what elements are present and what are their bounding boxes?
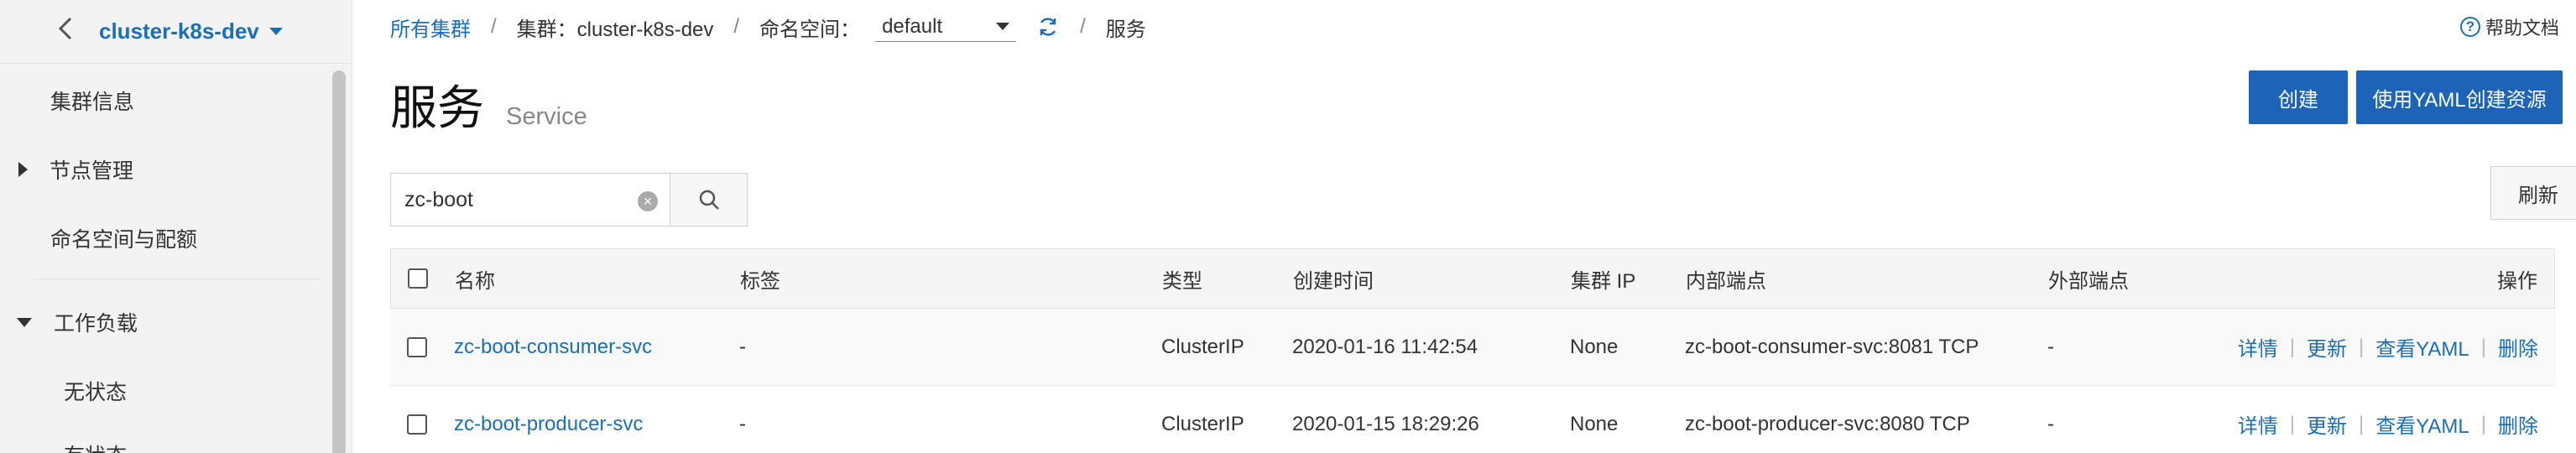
update-link[interactable]: 更新 [2307,332,2347,362]
details-link[interactable]: 详情 [2238,332,2278,362]
cluster-selector-label: cluster-k8s-dev [99,18,259,44]
breadcrumb-separator: / [733,15,740,38]
sidebar-item-workloads[interactable]: 工作负载 [0,305,319,339]
service-name-link[interactable]: zc-boot-producer-svc [454,386,643,453]
table-row: zc-boot-consumer-svc - ClusterIP 2020-01… [390,309,2555,386]
created-cell: 2020-01-16 11:42:54 [1292,335,1478,358]
create-button[interactable]: 创建 [2249,70,2348,124]
row-checkbox-cell [407,386,427,453]
search-input-value: zc-boot [404,187,473,211]
row-checkbox[interactable] [407,336,427,357]
help-link[interactable]: ? 帮助文档 [2459,13,2559,40]
column-header-name: 名称 [455,269,495,293]
created-cell: 2020-01-15 18:29:26 [1292,412,1479,435]
view-yaml-link[interactable]: 查看YAML [2375,332,2469,362]
column-header-cluster-ip: 集群 IP [1571,269,1636,293]
type-cell: ClusterIP [1161,335,1244,358]
clear-icon[interactable]: × [638,191,658,211]
help-icon: ? [2459,17,2480,37]
collapse-triangle-icon [17,317,32,327]
row-checkbox-cell [407,309,427,385]
breadcrumb-current: 服务 [1105,18,1146,41]
select-all-checkbox-cell [408,249,428,308]
column-header-internal-endpoint: 内部端点 [1686,269,1766,293]
column-header-labels: 标签 [740,269,780,293]
page-title-text: 服务 [390,81,484,134]
sidebar-item-namespaces[interactable]: 命名空间与配额 [0,221,319,255]
page-title: 服务 Service [390,70,587,138]
sidebar-item-label: 无状态 [64,381,128,404]
delete-link[interactable]: 删除 [2498,332,2538,362]
sidebar-item-stateful[interactable]: 有状态 [0,438,319,453]
page-subtitle: Service [506,103,587,130]
action-separator: | [2289,335,2295,358]
details-link[interactable]: 详情 [2238,409,2278,439]
sidebar-item-cluster-info[interactable]: 集群信息 [0,84,319,117]
sidebar: cluster-k8s-dev 集群信息 节点管理 命名空间与配额 工作负载 无… [0,0,352,453]
type-cell: ClusterIP [1161,412,1244,435]
row-checkbox[interactable] [407,414,427,435]
column-header-external-endpoint: 外部端点 [2048,269,2129,293]
caret-down-icon [996,23,1010,30]
cluster-selector[interactable]: cluster-k8s-dev [99,18,283,44]
external-endpoint-cell: - [2047,412,2054,435]
search-button[interactable] [670,173,748,226]
internal-endpoint-cell: zc-boot-consumer-svc:8081 TCP [1685,335,1979,358]
sidebar-item-label: 节点管理 [50,159,134,183]
search-input[interactable]: zc-boot × [390,173,670,226]
select-all-checkbox[interactable] [408,268,428,289]
update-link[interactable]: 更新 [2307,409,2347,439]
column-header-actions: 操作 [2497,269,2537,293]
view-yaml-link[interactable]: 查看YAML [2375,409,2469,439]
help-label: 帮助文档 [2485,18,2559,39]
sidebar-item-label: 集群信息 [50,91,135,114]
namespace-select-value: default [882,14,943,38]
labels-cell: - [739,412,746,435]
breadcrumb-all-clusters[interactable]: 所有集群 [390,13,471,42]
namespace-label: 命名空间： [759,18,861,41]
breadcrumb: 所有集群 / 集群：cluster-k8s-dev / 命名空间： defaul… [390,12,1146,42]
external-endpoint-cell: - [2047,335,2054,358]
action-separator: | [2358,335,2365,358]
caret-down-icon [269,28,283,35]
labels-cell: - [739,335,746,358]
back-chevron-icon[interactable] [50,13,81,44]
action-separator: | [2480,412,2486,435]
sidebar-item-label: 命名空间与配额 [50,228,198,252]
row-actions: 详情 | 更新 | 查看YAML | 删除 [2238,386,2538,453]
breadcrumb-separator: / [491,15,497,38]
refresh-icon[interactable] [1036,15,1060,39]
service-name-link[interactable]: zc-boot-consumer-svc [454,309,652,385]
search-icon [699,190,719,210]
sidebar-item-stateless[interactable]: 无状态 [0,374,319,408]
expand-triangle-icon [18,162,28,177]
cluster-ip-cell: None [1570,412,1619,435]
create-yaml-button[interactable]: 使用YAML创建资源 [2356,70,2563,124]
sidebar-item-nodes[interactable]: 节点管理 [0,153,319,186]
sidebar-item-label: 有状态 [64,440,127,453]
cluster-ip-cell: None [1570,335,1619,358]
action-separator: | [2289,412,2295,435]
column-header-type: 类型 [1162,269,1202,293]
breadcrumb-cluster: 集群：cluster-k8s-dev [516,18,714,41]
refresh-button[interactable]: 刷新 [2490,166,2576,220]
sidebar-scrollbar[interactable] [332,70,346,453]
search-bar: zc-boot × [390,173,748,226]
main-content: 所有集群 / 集群：cluster-k8s-dev / 命名空间： defaul… [352,0,2576,453]
sidebar-header: cluster-k8s-dev [0,0,352,64]
action-separator: | [2358,412,2365,435]
namespace-select[interactable]: default [875,12,1017,42]
internal-endpoint-cell: zc-boot-producer-svc:8080 TCP [1685,412,1970,435]
column-header-created: 创建时间 [1293,269,1374,293]
table-header-row: 名称 标签 类型 创建时间 集群 IP 内部端点 外部端点 操作 [390,248,2555,309]
breadcrumb-separator: / [1080,15,1086,38]
action-separator: | [2480,335,2486,358]
delete-link[interactable]: 删除 [2498,409,2538,439]
table-row: zc-boot-producer-svc - ClusterIP 2020-01… [390,386,2555,453]
services-table: 名称 标签 类型 创建时间 集群 IP 内部端点 外部端点 操作 zc-boot… [390,248,2555,453]
row-actions: 详情 | 更新 | 查看YAML | 删除 [2238,309,2538,385]
sidebar-item-label: 工作负载 [54,312,138,336]
